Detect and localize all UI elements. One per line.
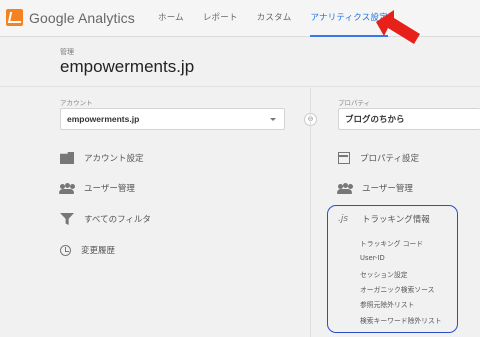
- menu-label: プロパティ設定: [360, 154, 419, 164]
- account-column-label: アカウント: [60, 99, 93, 107]
- filter-icon: [60, 213, 74, 225]
- menu-label: トラッキング情報: [362, 215, 430, 225]
- logo-text: Google Analytics: [29, 9, 135, 26]
- breadcrumb: 管理: [60, 48, 74, 56]
- account-select-value: empowerments.jp: [67, 114, 140, 124]
- menu-tracking-info[interactable]: .js トラッキング情報: [338, 213, 430, 225]
- menu-all-filters[interactable]: すべてのフィルタ: [60, 213, 151, 225]
- page-title: empowerments.jp: [60, 57, 195, 76]
- history-icon: [60, 244, 71, 256]
- menu-property-settings[interactable]: プロパティ設定: [338, 152, 419, 164]
- header-divider: [0, 86, 480, 87]
- tracking-sub-user-id[interactable]: User-ID: [360, 254, 385, 262]
- chevron-down-icon: [270, 118, 276, 121]
- property-select[interactable]: ブログのちから: [338, 108, 480, 130]
- tracking-sub-tracking-code[interactable]: トラッキング コード: [360, 238, 423, 248]
- people-icon: [337, 182, 352, 194]
- menu-label: アカウント設定: [84, 154, 144, 164]
- property-column-label: プロパティ: [338, 99, 371, 107]
- column-divider: [310, 88, 311, 337]
- property-select-value: ブログのちから: [345, 114, 405, 124]
- tracking-sub-session-settings[interactable]: セッション設定: [360, 269, 408, 279]
- building-icon: [60, 152, 74, 164]
- google-analytics-logo[interactable]: Google Analytics: [6, 9, 135, 26]
- menu-account-settings[interactable]: アカウント設定: [60, 152, 144, 164]
- analytics-logo-icon: [6, 9, 23, 26]
- nav-home[interactable]: ホーム: [158, 0, 184, 37]
- nav-reports[interactable]: レポート: [203, 0, 238, 37]
- tracking-sub-referral-exclusion-list[interactable]: 参照元除外リスト: [360, 299, 414, 309]
- tracking-sub-organic-search-sources[interactable]: オーガニック検索ソース: [360, 284, 434, 294]
- menu-account-user-management[interactable]: ユーザー管理: [59, 182, 135, 194]
- red-arrow-annotation-icon: [376, 10, 420, 44]
- main-nav: ホーム レポート カスタム アナリティクス設定: [158, 0, 407, 37]
- nav-custom[interactable]: カスタム: [257, 0, 292, 37]
- menu-property-user-management[interactable]: ユーザー管理: [337, 182, 413, 194]
- menu-label: ユーザー管理: [84, 184, 135, 194]
- menu-change-history[interactable]: 変更履歴: [60, 244, 115, 256]
- property-icon: [338, 152, 350, 164]
- account-select[interactable]: empowerments.jp: [60, 108, 285, 130]
- tracking-sub-search-term-exclusion-list[interactable]: 検索キーワード除外リスト: [360, 315, 442, 325]
- people-icon: [59, 182, 74, 194]
- js-icon: .js: [338, 214, 349, 224]
- menu-label: 変更履歴: [81, 246, 116, 256]
- menu-label: ユーザー管理: [362, 184, 413, 194]
- menu-label: すべてのフィルタ: [84, 215, 151, 225]
